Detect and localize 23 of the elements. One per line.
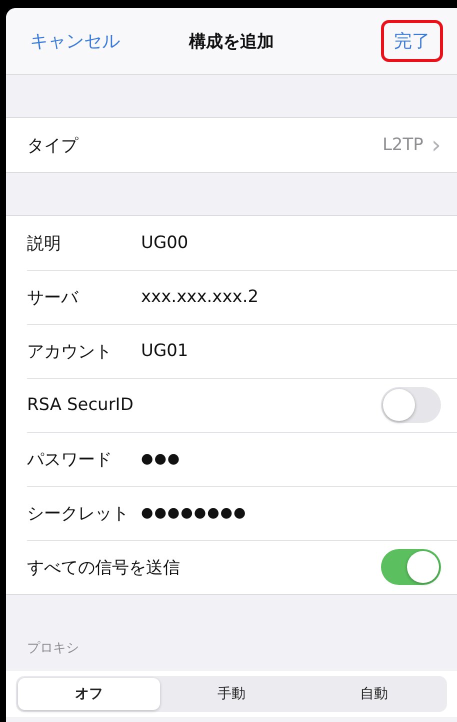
field-label: すべての信号を送信: [27, 556, 180, 578]
section-header: プロキシ: [27, 640, 79, 657]
field-label: 説明: [27, 232, 62, 254]
segment-button[interactable]: 手動: [160, 678, 303, 710]
field-label: パスワード: [27, 448, 113, 470]
toggle-switch[interactable]: [381, 549, 441, 585]
field-value[interactable]: UG01: [141, 341, 188, 361]
password-dots[interactable]: ●●●: [141, 451, 181, 467]
chevron-icon: ›: [431, 131, 441, 159]
password-dots[interactable]: ●●●●●●●●: [141, 505, 247, 521]
field-label: サーバ: [27, 286, 80, 308]
segment-button[interactable]: オフ: [18, 678, 160, 710]
field-value[interactable]: xxx.xxx.xxx.2: [141, 287, 259, 307]
segment-button[interactable]: 自動: [302, 678, 445, 710]
field-label: シークレット: [27, 502, 130, 524]
field-label: アカウント: [27, 340, 113, 362]
cancel-button[interactable]: キャンセル: [26, 23, 124, 59]
field-label: タイプ: [27, 134, 80, 156]
screen-title: 構成を追加: [189, 30, 274, 52]
field-label: RSA SecurID: [27, 395, 134, 415]
toggle-switch[interactable]: [381, 387, 441, 423]
field-value[interactable]: UG00: [141, 233, 188, 253]
done-button[interactable]: 完了: [381, 20, 443, 62]
